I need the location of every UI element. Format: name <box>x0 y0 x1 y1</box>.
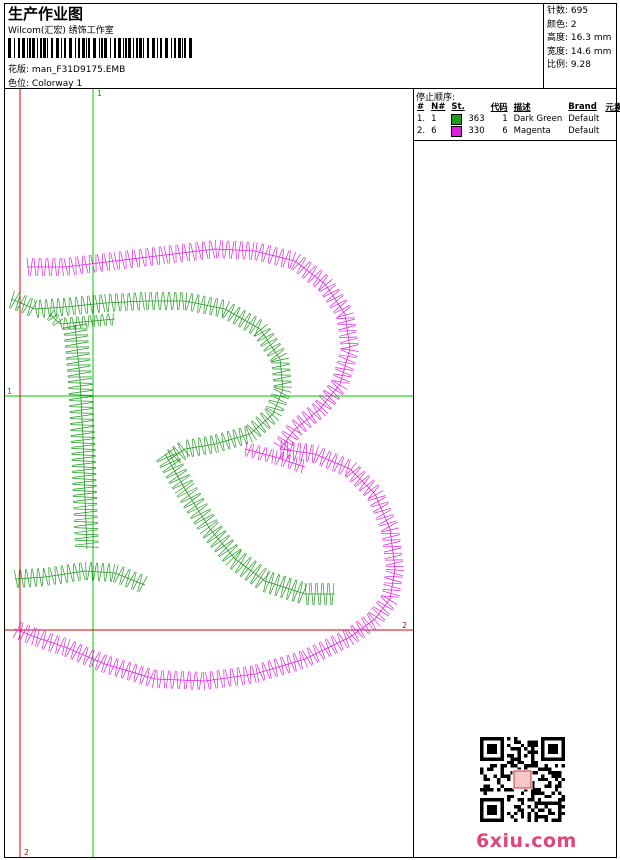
table-row: 2. 6 330 6 Magenta Default <box>414 125 620 137</box>
colorway-label: 色位: <box>8 79 30 89</box>
stat-label: 针数: <box>547 6 569 16</box>
row-index: 2. <box>417 126 426 136</box>
row-stitches: 363 <box>468 114 485 124</box>
seal-icon <box>513 770 532 789</box>
col-header: Brand <box>568 102 597 112</box>
table-divider <box>414 140 617 141</box>
stat-value: 16.3 mm <box>570 33 612 43</box>
guide-label: 1 <box>97 89 102 98</box>
row-code: 6 <box>502 126 508 136</box>
colorway-info: 色位: Colorway 1 <box>8 76 82 89</box>
stat-scale: 比例: 9.28 <box>547 59 611 73</box>
stat-label: 颜色: <box>547 19 569 30</box>
col-header: 代码 <box>490 103 508 113</box>
embroidery-canvas: 1 1 2 2 <box>5 89 413 857</box>
brand-watermark: 6xiu.com <box>476 830 577 852</box>
row-needle: 1 <box>431 114 437 124</box>
barcode <box>8 38 192 58</box>
row-element <box>602 125 620 137</box>
stat-colors: 颜色: 2 <box>547 19 611 33</box>
page-title: 生产作业图 <box>8 5 84 23</box>
qr-code <box>480 737 565 822</box>
table-row: 1. 1 363 1 Dark Green Default <box>414 113 620 125</box>
color-swatch <box>451 125 463 137</box>
row-description: Magenta <box>513 126 551 136</box>
magenta-stitch-layer <box>12 239 404 691</box>
colorway-value: Colorway 1 <box>31 79 83 89</box>
stat-stitches: 针数: 695 <box>547 5 611 19</box>
row-swatch <box>448 125 465 137</box>
stat-value: 695 <box>570 6 589 16</box>
stat-value: 2 <box>570 19 577 30</box>
guide-label: 2 <box>24 848 29 857</box>
design-label: 花版: <box>8 65 30 75</box>
stop-sequence-table: # N# St. 代码 描述 Brand 元素 1. 1 363 1 Dark … <box>414 101 620 137</box>
table-header-row: # N# St. 代码 描述 Brand 元素 <box>414 101 620 113</box>
stat-width: 宽度: 14.6 mm <box>547 46 611 60</box>
stat-label: 宽度: <box>547 46 569 57</box>
guide-label: 1 <box>7 387 12 396</box>
row-code: 1 <box>502 114 508 124</box>
color-swatch <box>451 113 463 125</box>
stat-height: 高度: 16.3 mm <box>547 32 611 46</box>
row-swatch <box>448 113 465 125</box>
col-header: St. <box>451 102 465 112</box>
stat-label: 高度: <box>547 33 569 43</box>
design-stats: 针数: 695 颜色: 2 高度: 16.3 mm 宽度: 14.6 mm 比例… <box>547 5 611 73</box>
stats-divider <box>543 3 544 89</box>
row-index: 1. <box>417 114 426 124</box>
design-info: 花版: man_F31D9175.EMB <box>8 62 125 75</box>
canvas-divider <box>413 88 414 858</box>
stat-value: 14.6 mm <box>570 46 612 57</box>
row-stitches: 330 <box>468 126 485 136</box>
col-header: N# <box>431 102 446 112</box>
row-brand: Default <box>568 126 600 136</box>
col-header: # <box>417 102 425 112</box>
design-file: man_F31D9175.EMB <box>31 65 126 75</box>
row-needle: 6 <box>431 126 437 136</box>
stat-value: 9.28 <box>570 60 591 70</box>
row-description: Dark Green <box>513 114 563 124</box>
stat-label: 比例: <box>547 60 569 70</box>
row-brand: Default <box>568 114 600 124</box>
green-stitch-layer <box>9 290 335 606</box>
row-element <box>602 113 620 125</box>
col-header: 描述 <box>513 103 531 113</box>
studio-name: Wilcom(汇宏) 绣饰工作室 <box>8 26 114 36</box>
col-header: 元素 <box>605 103 620 113</box>
guide-label: 2 <box>402 621 407 630</box>
